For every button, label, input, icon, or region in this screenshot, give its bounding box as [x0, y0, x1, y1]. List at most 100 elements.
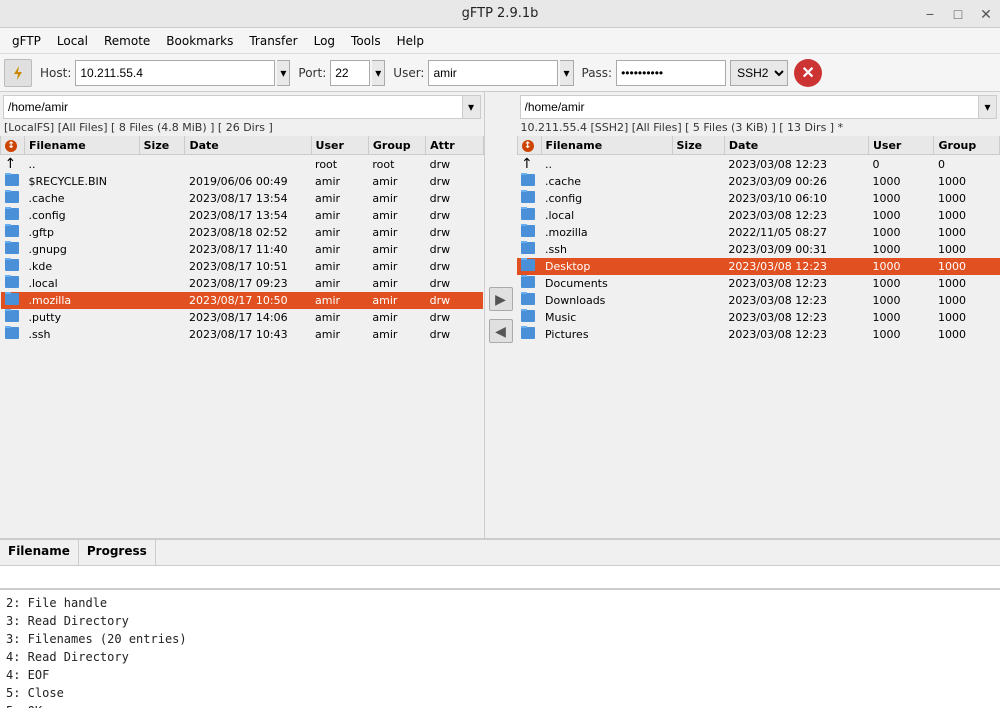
ssh2-select[interactable]: SSH2 — [730, 60, 788, 86]
table-row[interactable]: .ssh2023/08/17 10:43amiramirdrw — [1, 326, 484, 343]
row-date: 2023/03/09 00:31 — [724, 241, 868, 258]
right-col-size[interactable]: Size — [672, 136, 724, 155]
menu-bookmarks[interactable]: Bookmarks — [158, 32, 241, 50]
titlebar-close-button[interactable]: ✕ — [972, 0, 1000, 28]
transfer-left-btn[interactable]: ◀ — [489, 319, 513, 343]
row-group: 1000 — [934, 309, 1000, 326]
row-group: amir — [368, 190, 425, 207]
row-name: .config — [25, 207, 140, 224]
row-group: 1000 — [934, 190, 1000, 207]
host-label: Host: — [40, 66, 71, 80]
port-input[interactable] — [330, 60, 370, 86]
row-icon — [1, 207, 25, 224]
row-date: 2023/03/08 12:23 — [724, 292, 868, 309]
table-row[interactable]: ↑..2023/03/08 12:2300 — [517, 155, 1000, 174]
table-row[interactable]: .ssh2023/03/09 00:3110001000 — [517, 241, 1000, 258]
row-icon — [1, 173, 25, 190]
row-group: amir — [368, 258, 425, 275]
right-col-date[interactable]: Date — [724, 136, 868, 155]
row-date: 2023/03/08 12:23 — [724, 326, 868, 343]
row-icon — [1, 292, 25, 309]
row-date: 2023/08/17 11:40 — [185, 241, 311, 258]
menu-local[interactable]: Local — [49, 32, 96, 50]
user-input[interactable] — [428, 60, 558, 86]
right-col-filename[interactable]: Filename — [541, 136, 672, 155]
log-line: 5: OK — [6, 702, 994, 708]
table-row[interactable]: Downloads2023/03/08 12:2310001000 — [517, 292, 1000, 309]
row-attr: drw — [426, 224, 483, 241]
table-row[interactable]: .gnupg2023/08/17 11:40amiramirdrw — [1, 241, 484, 258]
left-col-filename[interactable]: Filename — [25, 136, 140, 155]
right-path-dropdown-btn[interactable]: ▾ — [978, 96, 996, 118]
left-col-group[interactable]: Group — [368, 136, 425, 155]
row-date — [185, 155, 311, 174]
minimize-button[interactable]: − — [916, 0, 944, 28]
table-row[interactable]: .kde2023/08/17 10:51amiramirdrw — [1, 258, 484, 275]
user-dropdown-btn[interactable]: ▾ — [560, 60, 573, 86]
pass-input[interactable] — [616, 60, 726, 86]
log-line: 4: Read Directory — [6, 648, 994, 666]
row-icon: ↑ — [1, 155, 25, 174]
left-col-user[interactable]: User — [311, 136, 368, 155]
right-col-user[interactable]: User — [868, 136, 934, 155]
row-name: Pictures — [541, 326, 672, 343]
row-attr: drw — [426, 207, 483, 224]
left-path-input[interactable] — [4, 100, 462, 114]
row-size — [139, 292, 185, 309]
left-col-sort[interactable]: ↕ — [1, 136, 25, 155]
table-row[interactable]: ↑..rootrootdrw — [1, 155, 484, 174]
maximize-button[interactable]: □ — [944, 0, 972, 28]
table-row[interactable]: .config2023/03/10 06:1010001000 — [517, 190, 1000, 207]
row-user: 1000 — [868, 241, 934, 258]
row-name: $RECYCLE.BIN — [25, 173, 140, 190]
row-icon: ↑ — [517, 155, 541, 174]
table-row[interactable]: Pictures2023/03/08 12:2310001000 — [517, 326, 1000, 343]
table-row[interactable]: .mozilla2022/11/05 08:2710001000 — [517, 224, 1000, 241]
right-col-sort[interactable]: ↕ — [517, 136, 541, 155]
row-group: 0 — [934, 155, 1000, 174]
table-row[interactable]: $RECYCLE.BIN2019/06/06 00:49amiramirdrw — [1, 173, 484, 190]
menu-remote[interactable]: Remote — [96, 32, 158, 50]
menu-gftp[interactable]: gFTP — [4, 32, 49, 50]
menu-help[interactable]: Help — [389, 32, 432, 50]
port-dropdown-btn[interactable]: ▾ — [372, 60, 385, 86]
row-date: 2023/08/17 10:43 — [185, 326, 311, 343]
left-col-date[interactable]: Date — [185, 136, 311, 155]
table-row[interactable]: .local2023/08/17 09:23amiramirdrw — [1, 275, 484, 292]
host-input[interactable] — [75, 60, 275, 86]
menu-transfer[interactable]: Transfer — [241, 32, 305, 50]
table-row[interactable]: Documents2023/03/08 12:2310001000 — [517, 275, 1000, 292]
table-row[interactable]: Desktop2023/03/08 12:2310001000 — [517, 258, 1000, 275]
transfer-right-btn[interactable]: ▶ — [489, 287, 513, 311]
log-line: 3: Filenames (20 entries) — [6, 630, 994, 648]
right-col-group[interactable]: Group — [934, 136, 1000, 155]
row-date: 2019/06/06 00:49 — [185, 173, 311, 190]
row-date: 2023/08/17 10:51 — [185, 258, 311, 275]
row-size — [672, 241, 724, 258]
table-row[interactable]: .mozilla2023/08/17 10:50amiramirdrw — [1, 292, 484, 309]
left-path-dropdown-btn[interactable]: ▾ — [462, 96, 480, 118]
menu-log[interactable]: Log — [306, 32, 343, 50]
left-col-attr[interactable]: Attr — [426, 136, 483, 155]
table-row[interactable]: .config2023/08/17 13:54amiramirdrw — [1, 207, 484, 224]
row-size — [672, 258, 724, 275]
log-line: 2: File handle — [6, 594, 994, 612]
row-name: .. — [25, 155, 140, 174]
menu-tools[interactable]: Tools — [343, 32, 389, 50]
row-user: 1000 — [868, 173, 934, 190]
right-file-scroll[interactable]: ↕ Filename Size Date User Group ↑..2023/… — [517, 136, 1000, 538]
table-row[interactable]: .gftp2023/08/18 02:52amiramirdrw — [1, 224, 484, 241]
table-row[interactable]: Music2023/03/08 12:2310001000 — [517, 309, 1000, 326]
host-dropdown-btn[interactable]: ▾ — [277, 60, 290, 86]
table-row[interactable]: .cache2023/03/09 00:2610001000 — [517, 173, 1000, 190]
left-file-scroll[interactable]: ↕ Filename Size Date User Group Attr ↑..… — [0, 136, 484, 538]
right-path-input[interactable] — [521, 100, 979, 114]
left-col-size[interactable]: Size — [139, 136, 185, 155]
table-row[interactable]: .putty2023/08/17 14:06amiramirdrw — [1, 309, 484, 326]
table-row[interactable]: .cache2023/08/17 13:54amiramirdrw — [1, 190, 484, 207]
connect-icon-btn[interactable] — [4, 59, 32, 87]
disconnect-button[interactable]: ✕ — [794, 59, 822, 87]
row-user: amir — [311, 173, 368, 190]
row-group: 1000 — [934, 292, 1000, 309]
table-row[interactable]: .local2023/03/08 12:2310001000 — [517, 207, 1000, 224]
